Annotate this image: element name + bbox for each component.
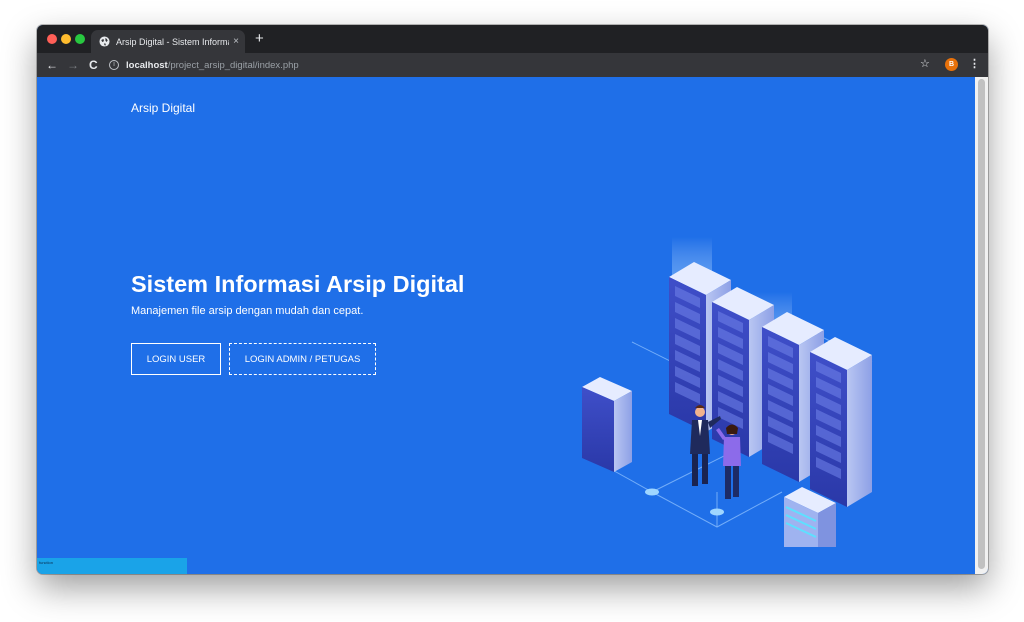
maximize-window-button[interactable] xyxy=(75,34,85,44)
login-admin-button[interactable]: LOGIN ADMIN / PETUGAS xyxy=(229,343,376,375)
globe-icon xyxy=(99,36,110,47)
floor-node xyxy=(645,488,659,496)
back-arrow-icon[interactable]: ← xyxy=(46,57,58,73)
page-viewport: Arsip Digital Sistem Informasi Arsip Dig… xyxy=(37,77,988,574)
forward-arrow-icon[interactable]: → xyxy=(67,57,79,73)
scrollbar-thumb[interactable] xyxy=(978,79,985,569)
server-room-illustration xyxy=(582,237,873,547)
browser-tab[interactable]: Arsip Digital - Sistem Informasi A × xyxy=(91,30,245,53)
small-server-left xyxy=(582,377,632,472)
hero-subtitle: Manajemen file arsip dengan mudah dan ce… xyxy=(131,305,364,317)
info-icon[interactable]: i xyxy=(109,60,119,70)
bookmark-star-icon[interactable]: ☆ xyxy=(920,57,930,70)
hero-title: Sistem Informasi Arsip Digital xyxy=(131,271,465,297)
address-bar[interactable]: i localhost /project_arsip_digital/index… xyxy=(109,56,914,74)
browser-window: Arsip Digital - Sistem Informasi A × + ←… xyxy=(37,25,988,574)
server-rack xyxy=(810,337,872,507)
minimize-window-button[interactable] xyxy=(61,34,71,44)
vertical-scrollbar[interactable] xyxy=(975,77,988,574)
close-tab-icon[interactable]: × xyxy=(233,36,239,47)
tab-strip: Arsip Digital - Sistem Informasi A × + xyxy=(37,25,988,53)
floor-node xyxy=(710,508,724,516)
reload-icon[interactable]: C xyxy=(89,57,98,73)
profile-avatar[interactable]: B xyxy=(945,58,958,71)
new-tab-icon[interactable]: + xyxy=(255,29,264,49)
tab-title: Arsip Digital - Sistem Informasi A xyxy=(116,36,229,47)
close-window-button[interactable] xyxy=(47,34,57,44)
debug-toolbar-text: function xyxy=(39,560,54,565)
browser-toolbar: ← → C i localhost /project_arsip_digital… xyxy=(37,53,988,77)
debug-toolbar[interactable]: function xyxy=(37,558,187,574)
login-user-button[interactable]: LOGIN USER xyxy=(131,343,221,375)
desktop-background: Arsip Digital - Sistem Informasi A × + ←… xyxy=(0,0,1024,622)
brand-logo-text[interactable]: Arsip Digital xyxy=(131,101,195,115)
url-host: localhost xyxy=(126,59,168,71)
browser-menu-icon[interactable]: ⋮ xyxy=(969,57,980,70)
url-path: /project_arsip_digital/index.php xyxy=(167,59,299,71)
